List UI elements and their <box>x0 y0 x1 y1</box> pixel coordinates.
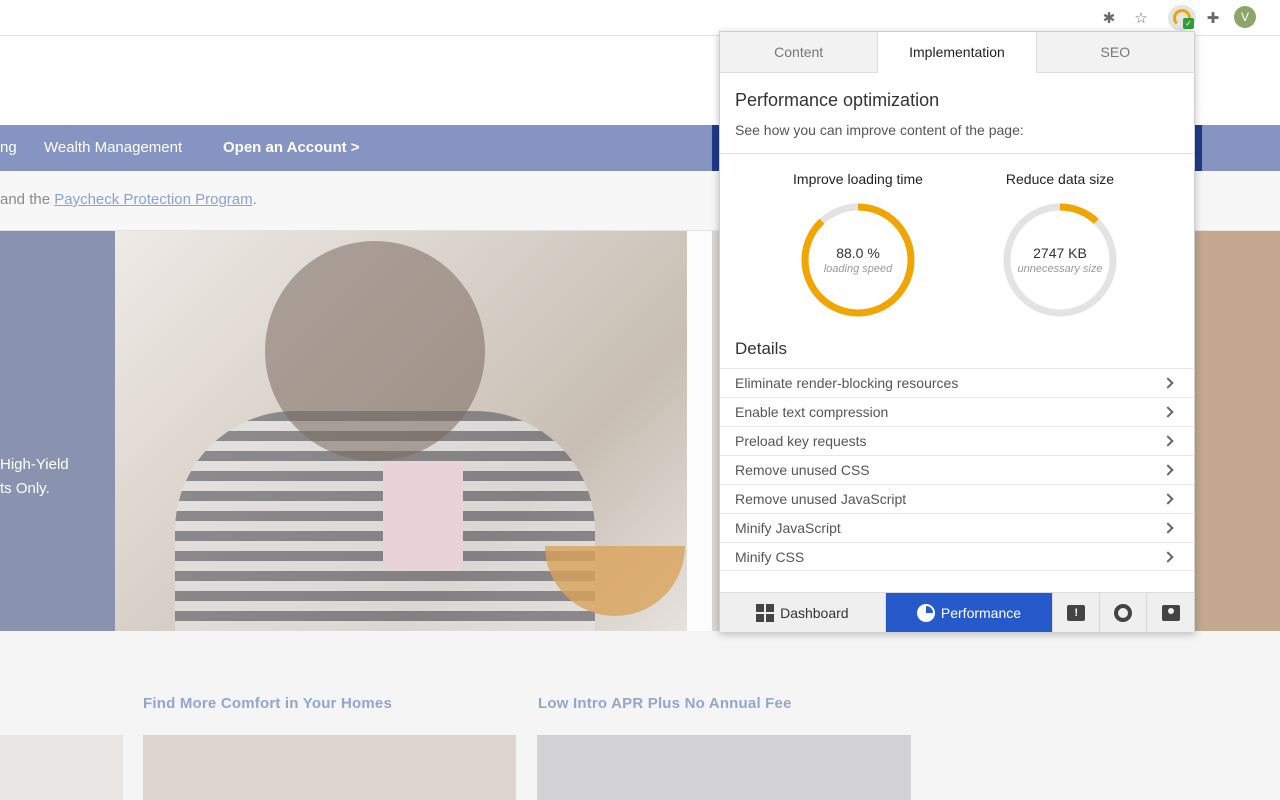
hero-line-2: ts Only. <box>0 480 50 497</box>
dashboard-icon <box>756 603 775 622</box>
detail-item-preload-key-requests[interactable]: Preload key requests <box>720 426 1194 455</box>
hero-text-panel: High-Yield ts Only. <box>0 231 115 631</box>
section-title: Performance optimization <box>735 90 940 110</box>
promo-image-apr <box>537 735 911 800</box>
photo-person-head <box>265 241 485 461</box>
metric-label-loading: Improve loading time <box>793 171 923 187</box>
detail-item-unused-css[interactable]: Remove unused CSS <box>720 455 1194 484</box>
chevron-right-icon <box>1162 406 1174 418</box>
avatar[interactable]: V <box>1234 6 1256 28</box>
hero-form-edge <box>687 231 712 631</box>
chevron-right-icon <box>1162 522 1174 534</box>
loading-speed-caption: loading speed <box>823 263 893 275</box>
detail-label: Preload key requests <box>735 433 867 449</box>
divider <box>720 153 1194 154</box>
detail-label: Minify JavaScript <box>735 520 841 536</box>
star-icon[interactable]: ☆ <box>1130 7 1152 29</box>
hero-line-1: High-Yield <box>0 456 69 473</box>
performance-extension-popup: Content Implementation SEO Performance o… <box>719 31 1195 632</box>
detail-label: Remove unused JavaScript <box>735 491 907 507</box>
performance-extension-icon[interactable]: ✓ <box>1168 5 1196 31</box>
chevron-right-icon <box>1162 464 1174 476</box>
detail-item-unused-javascript[interactable]: Remove unused JavaScript <box>720 484 1194 513</box>
detail-label: Minify CSS <box>735 548 805 565</box>
tab-content[interactable]: Content <box>720 32 879 72</box>
account-button[interactable] <box>1147 593 1194 632</box>
promo-title-apr[interactable]: Low Intro APR Plus No Annual Fee <box>538 695 792 712</box>
dashboard-button[interactable]: Dashboard <box>720 593 886 632</box>
detail-item-minify-javascript[interactable]: Minify JavaScript <box>720 513 1194 542</box>
performance-button[interactable]: Performance <box>885 593 1054 632</box>
performance-label: Performance <box>940 604 1022 621</box>
alert-suffix: . <box>252 191 257 208</box>
feedback-button[interactable]: ! <box>1053 593 1101 632</box>
chevron-right-icon <box>1162 435 1174 447</box>
chevron-right-icon <box>1162 550 1174 563</box>
bottom-nav: Dashboard Performance ! <box>720 592 1194 632</box>
promo-section: Find More Comfort in Your Homes Low Intr… <box>0 631 1280 800</box>
details-title: Details <box>735 339 787 358</box>
alert-prefix: and the <box>0 191 55 208</box>
details-list: Eliminate render-blocking resources Enab… <box>720 368 1194 571</box>
pie-chart-icon <box>916 603 935 622</box>
promo-image-comfort <box>143 735 516 800</box>
detail-label: Enable text compression <box>735 404 889 420</box>
paycheck-protection-link[interactable]: Paycheck Protection Program <box>54 191 252 208</box>
hero-photo <box>115 231 687 631</box>
check-icon: ✓ <box>1183 18 1194 29</box>
metric-label-data-size: Reduce data size <box>1005 171 1115 187</box>
nav-link-open-account[interactable]: Open an Account > <box>223 139 360 156</box>
detail-label: Eliminate render-blocking resources <box>735 375 959 391</box>
feedback-icon: ! <box>1067 604 1086 621</box>
detail-item-render-blocking[interactable]: Eliminate render-blocking resources <box>720 368 1194 397</box>
nav-link-partial[interactable]: ng <box>0 139 17 156</box>
photo-mug <box>383 461 463 571</box>
promo-title-comfort[interactable]: Find More Comfort in Your Homes <box>143 695 392 712</box>
gear-icon <box>1114 603 1133 622</box>
data-size-value: 2747 KB <box>1033 245 1087 261</box>
section-subtitle: See how you can improve content of the p… <box>735 122 1024 138</box>
tab-seo[interactable]: SEO <box>1036 32 1194 72</box>
popup-tabs: Content Implementation SEO <box>720 32 1194 73</box>
tab-implementation[interactable]: Implementation <box>878 32 1037 73</box>
data-size-caption: unnecessary size <box>1017 263 1103 275</box>
nav-link-wealth-management[interactable]: Wealth Management <box>44 139 182 156</box>
alert-text: and the Paycheck Protection Program. <box>0 191 257 208</box>
detail-item-text-compression[interactable]: Enable text compression <box>720 397 1194 426</box>
loading-speed-value: 88.0 % <box>836 245 880 261</box>
detail-label: Remove unused CSS <box>735 462 870 478</box>
detail-item-minify-css[interactable]: Minify CSS <box>720 542 1194 571</box>
chevron-right-icon <box>1162 493 1174 505</box>
puzzle-icon[interactable]: ✚ <box>1202 7 1224 29</box>
settings-button[interactable] <box>1100 593 1148 632</box>
chevron-right-icon <box>1162 377 1174 389</box>
dashboard-label: Dashboard <box>780 604 849 621</box>
user-icon <box>1161 604 1180 621</box>
hero-text: High-Yield ts Only. <box>0 453 69 501</box>
promo-image-left <box>0 735 123 800</box>
extension-blocked-icon[interactable]: ✱ <box>1098 7 1120 29</box>
hero-right-image <box>1194 231 1280 631</box>
